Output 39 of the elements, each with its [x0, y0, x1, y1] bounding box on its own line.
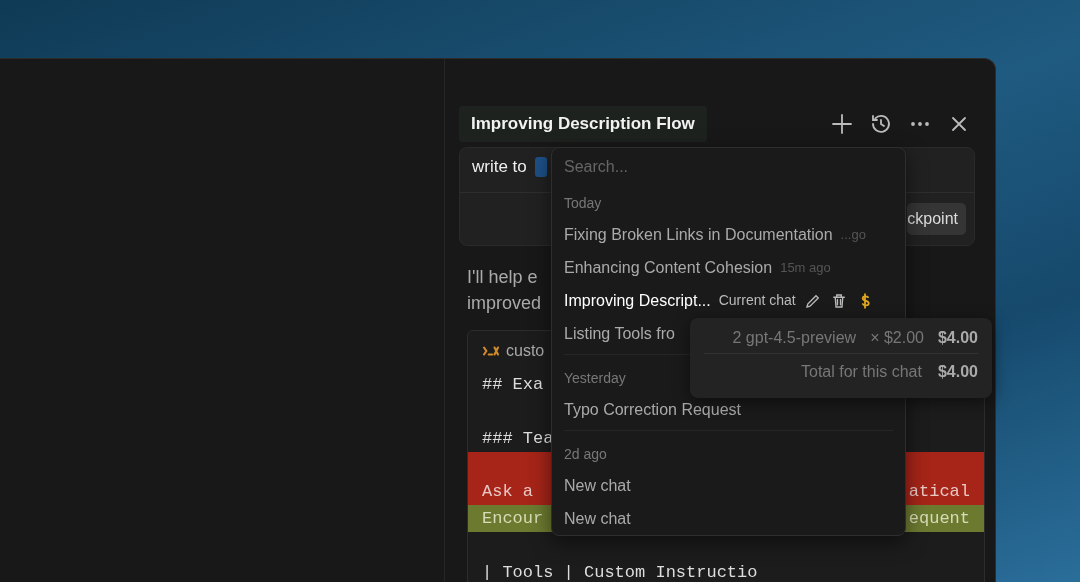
total-label: Total for this chat	[801, 362, 922, 382]
chat-title: Improving Description Flow	[459, 106, 707, 142]
reply-text: I'll help e	[467, 265, 538, 289]
chat-item-title: Typo Correction Request	[564, 399, 741, 420]
chat-time: 15m ago	[780, 258, 831, 277]
plus-icon[interactable]	[830, 112, 854, 136]
chat-time: ...go	[840, 225, 866, 244]
group-label: Yesterday	[564, 369, 626, 388]
chat-item-title: New chat	[564, 508, 631, 529]
group-label: Today	[564, 194, 602, 213]
code-filename: custo	[506, 340, 545, 361]
file-type-icon	[482, 343, 500, 358]
code-text: Encour	[482, 507, 544, 530]
model-usage: 2 gpt-4.5-preview	[732, 327, 857, 348]
chat-item[interactable]: New chat	[564, 502, 893, 535]
message-text: write to	[472, 156, 527, 178]
chat-item[interactable]: Improving Descript... Current chat	[564, 284, 893, 317]
current-chat-label: Current chat	[718, 291, 796, 310]
code-text: ## Exa	[482, 373, 544, 396]
amount-text: $4.00	[937, 327, 978, 348]
group-label: 2d ago	[564, 445, 607, 464]
code-text: equent	[908, 507, 970, 530]
file-chip	[534, 156, 547, 177]
chat-item-title: Fixing Broken Links in Documentation	[564, 224, 833, 245]
history-icon[interactable]	[869, 112, 893, 136]
code-text: | Tools | Custom Instructio	[482, 561, 758, 582]
checkpoint-button[interactable]: ckpoint	[907, 202, 966, 235]
chat-item[interactable]: New chat	[564, 469, 893, 502]
search-field[interactable]: Search...	[564, 154, 893, 180]
chat-item[interactable]: Fixing Broken Links in Documentation ...go	[564, 218, 893, 251]
chat-item-title: Enhancing Content Cohesion	[564, 257, 773, 278]
rate-text: × $2.00	[870, 327, 924, 348]
chat-item[interactable]: Enhancing Content Cohesion 15m ago	[564, 251, 893, 284]
chat-item-title: New chat	[564, 475, 631, 496]
chat-item-title: Improving Descript...	[564, 290, 711, 311]
reply-text: improved	[467, 291, 542, 315]
code-text: atical	[908, 480, 970, 503]
code-text: Ask a	[482, 480, 533, 503]
total-amount: $4.00	[937, 362, 978, 382]
